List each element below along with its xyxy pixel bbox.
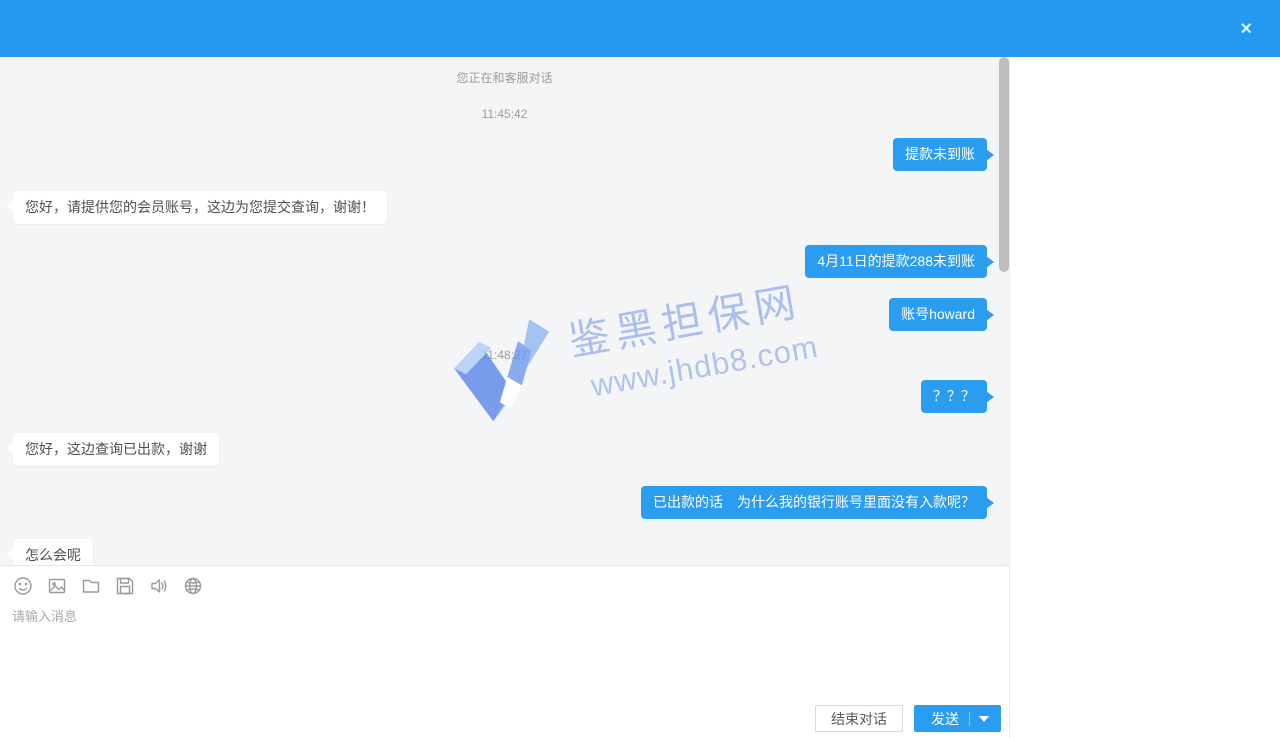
chat-status-text: 您正在和客服对话 <box>0 71 1009 85</box>
send-button-divider <box>969 712 970 726</box>
chat-bubble-outgoing: 账号howard <box>889 298 987 331</box>
chat-bubble-incoming: 您好，请提供您的会员账号，这边为您提交查询，谢谢！ <box>13 191 387 224</box>
message-list: 您正在和客服对话 11:45:42 提款未到账 您好，请提供您的会员账号，这边为… <box>0 57 1009 565</box>
timestamp: 11:48:27 <box>0 348 1009 362</box>
composer-actions: 结束对话 发送 <box>815 705 1001 732</box>
send-button-label: 发送 <box>931 709 959 729</box>
timestamp: 11:45:42 <box>0 107 1009 121</box>
image-icon[interactable] <box>47 576 67 596</box>
scrollbar-thumb[interactable] <box>999 57 1009 272</box>
message-row: 账号howard <box>0 298 1009 331</box>
emoji-icon[interactable] <box>13 576 33 596</box>
main-area: 您正在和客服对话 11:45:42 提款未到账 您好，请提供您的会员账号，这边为… <box>0 57 1280 738</box>
chat-bubble-outgoing: 提款未到账 <box>893 138 987 171</box>
end-chat-button[interactable]: 结束对话 <box>815 705 903 732</box>
save-icon[interactable] <box>115 576 135 596</box>
message-row: 您好，这边查询已出款，谢谢 <box>0 433 1009 466</box>
side-panel <box>1010 57 1280 738</box>
chat-bubble-outgoing: 4月11日的提款288未到账 <box>805 245 987 278</box>
message-row: 4月11日的提款288未到账 <box>0 245 1009 278</box>
chat-bubble-incoming: 怎么会呢 <box>13 539 93 565</box>
message-row: 已出款的话 为什么我的银行账号里面没有入款呢？ <box>0 486 1009 519</box>
audio-icon[interactable] <box>149 576 169 596</box>
message-row: ？？？ <box>0 380 1009 413</box>
chat-panel: 您正在和客服对话 11:45:42 提款未到账 您好，请提供您的会员账号，这边为… <box>0 57 1010 738</box>
chevron-down-icon[interactable] <box>979 716 989 722</box>
message-row: 怎么会呢 <box>0 539 1009 565</box>
scrollbar-track[interactable] <box>999 57 1009 565</box>
chat-bubble-outgoing: 已出款的话 为什么我的银行账号里面没有入款呢？ <box>641 486 987 519</box>
chat-window-header: × <box>0 0 1280 57</box>
chat-bubble-incoming: 您好，这边查询已出款，谢谢 <box>13 433 219 466</box>
message-row: 您好，请提供您的会员账号，这边为您提交查询，谢谢！ <box>0 191 1009 224</box>
globe-icon[interactable] <box>183 576 203 596</box>
composer: 结束对话 发送 <box>0 565 1009 738</box>
message-input[interactable] <box>10 604 870 690</box>
folder-icon[interactable] <box>81 576 101 596</box>
message-row: 提款未到账 <box>0 138 1009 171</box>
chat-bubble-outgoing: ？？？ <box>921 380 987 413</box>
composer-toolbar <box>0 566 1009 596</box>
close-icon[interactable]: × <box>1236 17 1256 41</box>
send-button[interactable]: 发送 <box>914 705 1001 732</box>
